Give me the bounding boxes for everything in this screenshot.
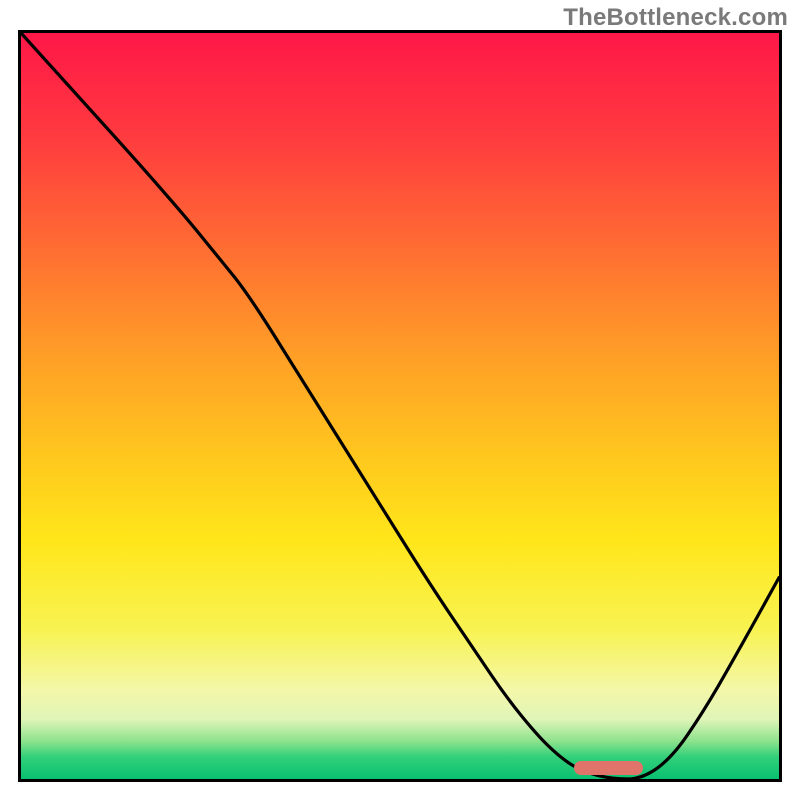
chart-stage: TheBottleneck.com — [0, 0, 800, 800]
plot-frame — [18, 30, 782, 782]
bottleneck-curve — [21, 33, 779, 779]
optimum-marker — [574, 761, 642, 775]
bottleneck-curve-path — [21, 33, 779, 779]
watermark-text: TheBottleneck.com — [563, 4, 788, 32]
